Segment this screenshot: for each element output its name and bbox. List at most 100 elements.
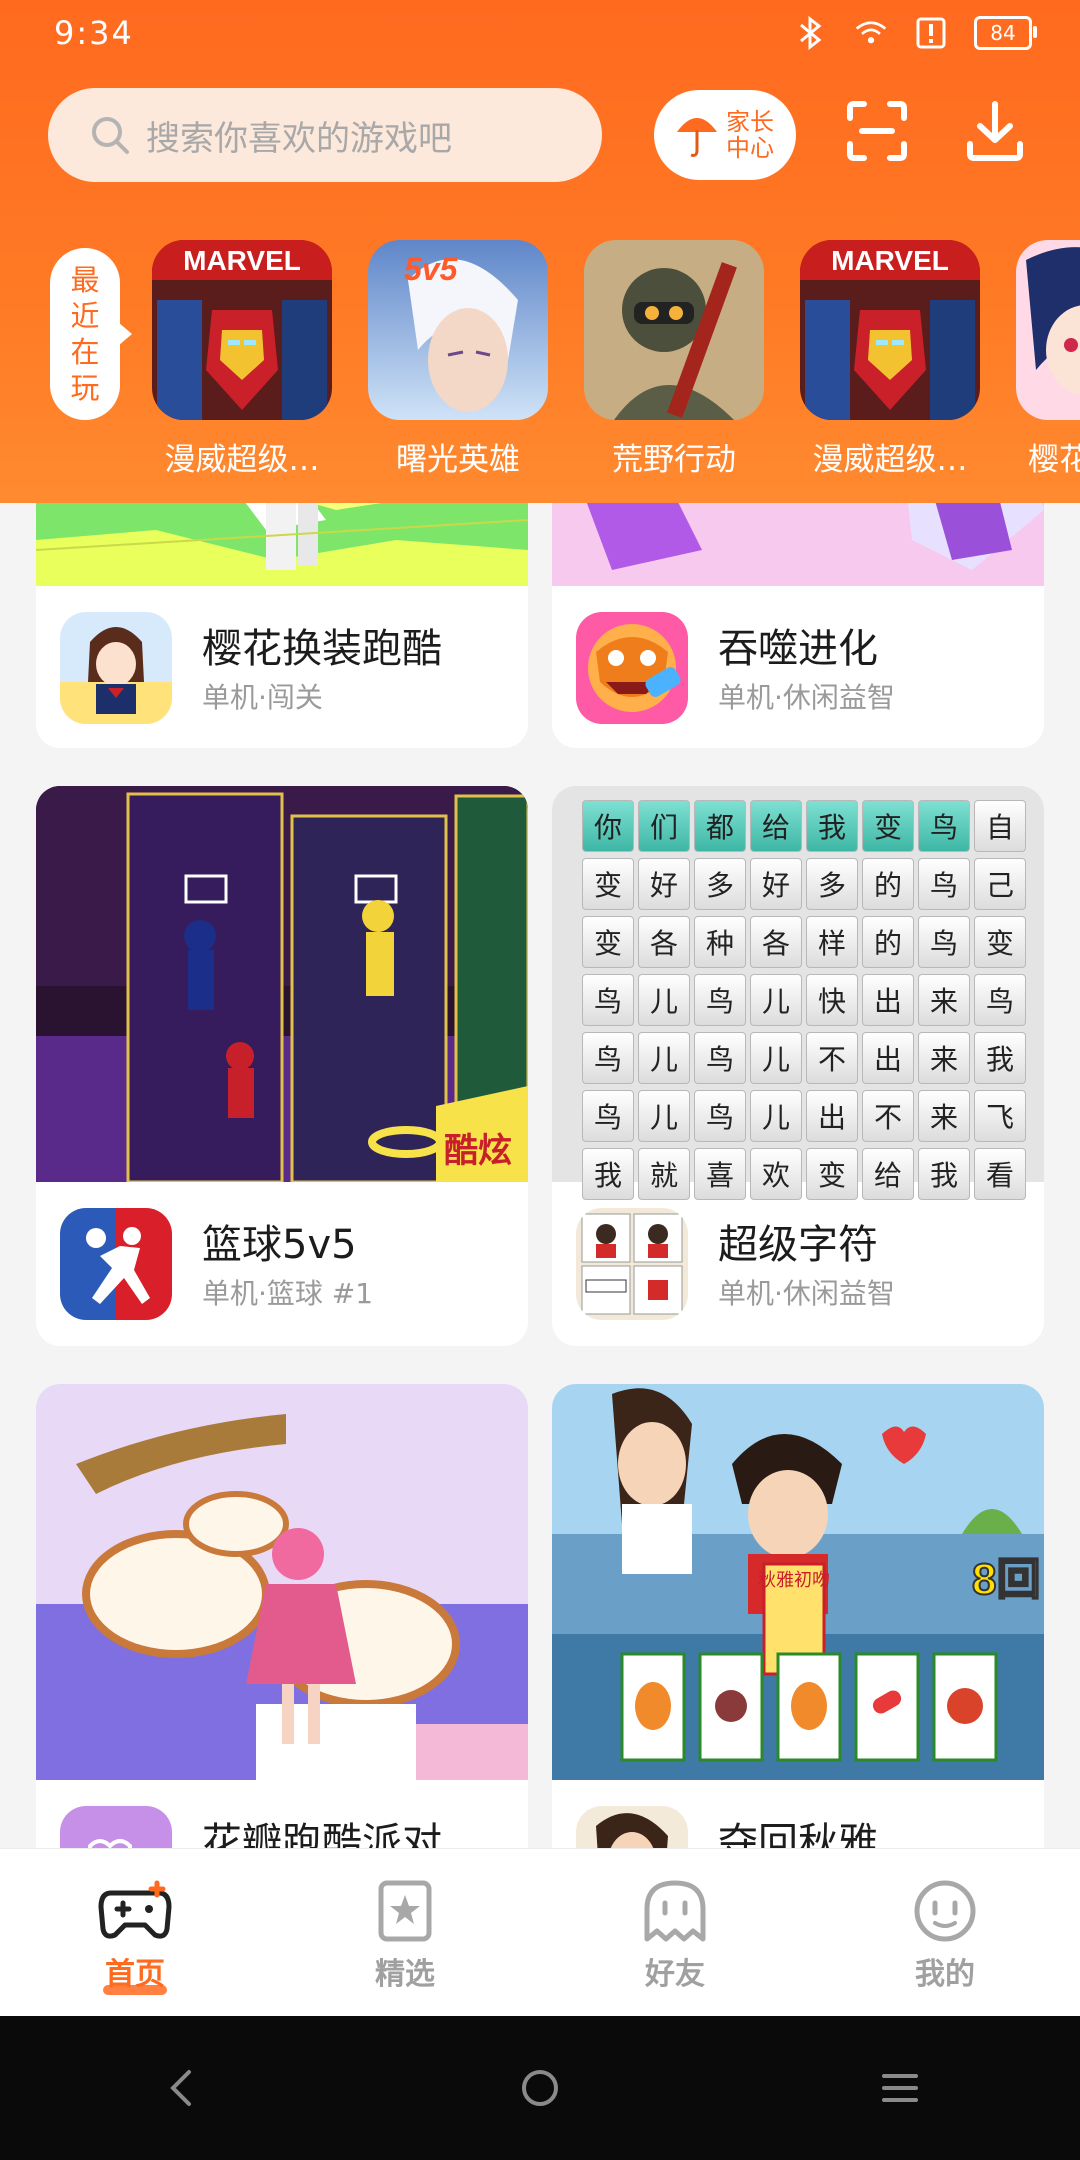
- recent-game-thumbnail: [1016, 240, 1080, 420]
- word-grid-cell: 儿: [750, 1032, 802, 1084]
- recent-game-name: 漫威超级…: [164, 442, 320, 478]
- game-icon: [60, 1208, 172, 1320]
- word-grid-cell: 们: [638, 800, 690, 852]
- recent-tag-char: 最: [70, 263, 100, 297]
- recently-played-tag: 最 近 在 玩: [50, 248, 132, 420]
- recent-tag-char: 近: [70, 299, 100, 333]
- bottom-navigation: 首页 精选 好友 我的: [0, 1848, 1080, 2017]
- word-grid-cell: 鸟: [918, 800, 970, 852]
- word-grid-cell: 各: [750, 916, 802, 968]
- recent-game-item[interactable]: MARVEL 漫威超级…: [800, 240, 980, 479]
- word-grid-cell: 鸟: [582, 1032, 634, 1084]
- smiley-face-icon: [914, 1880, 976, 1942]
- nav-me[interactable]: 我的: [810, 1849, 1080, 2017]
- nav-active-indicator: [103, 1985, 167, 1995]
- recent-game-thumbnail: 5v5: [368, 240, 548, 420]
- game-category: 单机·休闲益智: [718, 1277, 895, 1310]
- game-icon: [576, 612, 688, 724]
- game-category: 单机·闯关: [202, 681, 323, 714]
- word-grid-cell: 鸟: [974, 974, 1026, 1026]
- game-card-info: 吞噬进化 单机·休闲益智: [552, 588, 1044, 748]
- word-grid-cell: 好: [638, 858, 690, 910]
- word-grid-cell: 自: [974, 800, 1026, 852]
- game-icon: [576, 1208, 688, 1320]
- status-time: 9:34: [54, 14, 134, 52]
- recent-game-item[interactable]: 樱花: [1016, 240, 1080, 479]
- word-grid-cell: 各: [638, 916, 690, 968]
- nav-label: 精选: [375, 1957, 435, 1992]
- home-button[interactable]: [510, 2058, 570, 2118]
- nav-friends[interactable]: 好友: [540, 1849, 810, 2017]
- word-grid-cell: 来: [918, 974, 970, 1026]
- menu-button[interactable]: [870, 2058, 930, 2118]
- alert-icon: [914, 16, 948, 50]
- word-grid-cell: 鸟: [918, 916, 970, 968]
- nav-label: 好友: [645, 1957, 705, 1992]
- word-grid: 你们都给我变鸟自变好多好多的鸟己变各种各样的鸟变鸟儿鸟儿快出来鸟鸟儿鸟儿不出来我…: [582, 800, 1026, 1200]
- word-grid-cell: 儿: [638, 1032, 690, 1084]
- back-button[interactable]: [150, 2058, 210, 2118]
- gamepad-icon: [98, 1880, 172, 1939]
- game-title: 樱花换装跑酷: [202, 626, 442, 672]
- word-grid-cell: 你: [582, 800, 634, 852]
- word-grid-cell: 鸟: [582, 1090, 634, 1142]
- status-bar: 9:34 84: [0, 0, 1080, 70]
- game-category: 单机·篮球 #1: [202, 1277, 374, 1310]
- svg-text:MARVEL: MARVEL: [831, 245, 949, 276]
- recent-game-thumbnail: MARVEL: [152, 240, 332, 420]
- recent-tag-char: 在: [70, 335, 100, 369]
- search-icon: [92, 117, 129, 154]
- ghost-icon: [644, 1880, 706, 1942]
- parent-center-line1: 家长: [726, 108, 774, 136]
- game-banner: 酷炫: [36, 786, 528, 1182]
- word-grid-cell: 儿: [638, 974, 690, 1026]
- search-placeholder: 搜索你喜欢的游戏吧: [146, 118, 452, 159]
- game-card-info: 篮球5v5 单机·篮球 #1: [36, 1184, 528, 1344]
- game-card[interactable]: 你们都给我变鸟自变好多好多的鸟己变各种各样的鸟变鸟儿鸟儿快出来鸟鸟儿鸟儿不出来我…: [552, 786, 1044, 1346]
- battery-icon: 84: [974, 16, 1037, 50]
- search-input[interactable]: 搜索你喜欢的游戏吧: [48, 88, 602, 182]
- nav-featured[interactable]: 精选: [270, 1849, 540, 2017]
- scan-button[interactable]: [844, 98, 910, 164]
- word-grid-cell: 变: [582, 858, 634, 910]
- recent-game-item[interactable]: 5v5 曙光英雄: [368, 240, 548, 479]
- status-icons: 84: [794, 16, 1037, 50]
- word-grid-cell: 鸟: [694, 1032, 746, 1084]
- game-icon: [60, 612, 172, 724]
- word-grid-cell: 鸟: [694, 974, 746, 1026]
- word-grid-cell: 鸟: [918, 858, 970, 910]
- recent-game-thumbnail: MARVEL: [800, 240, 980, 420]
- word-grid-cell: 不: [806, 1032, 858, 1084]
- recent-game-item[interactable]: 荒野行动: [584, 240, 764, 479]
- svg-text:MARVEL: MARVEL: [183, 245, 301, 276]
- word-grid-cell: 多: [694, 858, 746, 910]
- word-grid-cell: 样: [806, 916, 858, 968]
- word-grid-cell: 飞: [974, 1090, 1026, 1142]
- word-grid-cell: 给: [750, 800, 802, 852]
- home-circle-icon: [522, 2070, 558, 2106]
- game-card[interactable]: 酷炫 篮球5v5 单机·篮球 #1: [36, 786, 528, 1346]
- game-banner: 你们都给我变鸟自变好多好多的鸟己变各种各样的鸟变鸟儿鸟儿快出来鸟鸟儿鸟儿不出来我…: [552, 786, 1044, 1200]
- nav-home[interactable]: 首页: [0, 1849, 270, 2017]
- game-title: 篮球5v5: [202, 1222, 357, 1268]
- parent-center-button[interactable]: 家长 中心: [654, 90, 796, 180]
- word-grid-cell: 出: [862, 974, 914, 1026]
- word-grid-cell: 来: [918, 1032, 970, 1084]
- download-icon: [967, 101, 1023, 161]
- game-card-info: 樱花换装跑酷 单机·闯关: [36, 588, 528, 748]
- word-grid-cell: 变: [862, 800, 914, 852]
- word-grid-cell: 我: [974, 1032, 1026, 1084]
- banner-card-title: 秋雅初吻: [758, 1570, 830, 1590]
- word-grid-cell: 变: [974, 916, 1026, 968]
- star-bookmark-icon: [378, 1880, 432, 1942]
- game-title: 超级字符: [718, 1222, 878, 1268]
- word-grid-cell: 变: [582, 916, 634, 968]
- recent-game-item[interactable]: MARVEL 漫威超级…: [152, 240, 332, 479]
- word-grid-cell: 儿: [750, 974, 802, 1026]
- recent-game-name: 曙光英雄: [396, 442, 520, 478]
- download-button[interactable]: [962, 98, 1028, 164]
- word-grid-cell: 的: [862, 858, 914, 910]
- recent-game-thumbnail: [584, 240, 764, 420]
- top-header: 9:34 84 搜索你喜欢的游戏吧 家长 中心 最 近 在 玩 MARVEL 漫…: [0, 0, 1080, 503]
- word-grid-cell: 快: [806, 974, 858, 1026]
